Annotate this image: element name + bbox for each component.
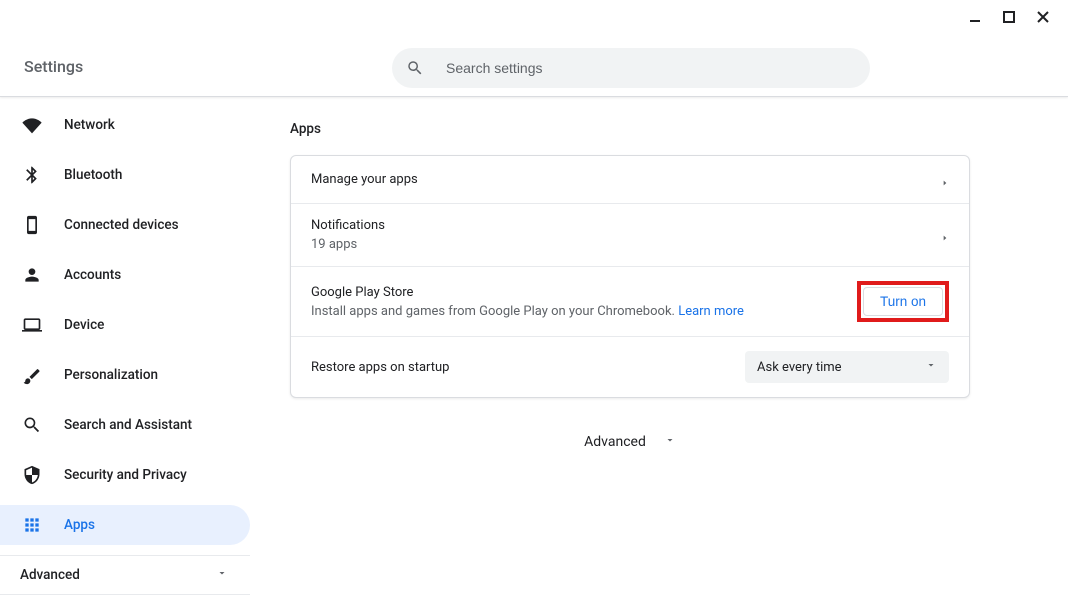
chevron-right-icon <box>941 176 949 184</box>
search-icon <box>22 415 42 435</box>
content-advanced-toggle[interactable]: Advanced <box>290 434 970 450</box>
sidebar-item-label: Search and Assistant <box>64 417 192 433</box>
sidebar-advanced-toggle[interactable]: Advanced <box>0 555 250 595</box>
search-input[interactable] <box>446 60 856 76</box>
sidebar-item-bluetooth[interactable]: Bluetooth <box>0 155 250 195</box>
sidebar: Network Bluetooth Connected devices Acco… <box>0 97 250 602</box>
row-primary-text: Notifications <box>311 218 385 233</box>
apps-settings-card: Manage your apps Notifications 19 apps G… <box>290 155 970 398</box>
sidebar-item-label: Device <box>64 317 104 333</box>
sidebar-item-connected-devices[interactable]: Connected devices <box>0 205 250 245</box>
row-primary-text: Manage your apps <box>311 172 418 187</box>
apps-grid-icon <box>22 515 42 535</box>
row-google-play-store: Google Play Store Install apps and games… <box>291 267 969 337</box>
section-title: Apps <box>290 121 1028 137</box>
content-area: Apps Manage your apps Notifications 19 a… <box>250 97 1068 602</box>
row-restore-apps: Restore apps on startup Ask every time <box>291 337 969 397</box>
sidebar-item-network[interactable]: Network <box>0 105 250 145</box>
person-icon <box>22 265 42 285</box>
sidebar-item-label: Bluetooth <box>64 167 122 183</box>
advanced-label: Advanced <box>20 567 80 583</box>
laptop-icon <box>22 315 42 335</box>
highlight-annotation: Turn on <box>857 281 949 322</box>
restore-apps-select[interactable]: Ask every time <box>745 351 949 383</box>
wifi-icon <box>22 115 42 135</box>
row-manage-apps[interactable]: Manage your apps <box>291 156 969 204</box>
row-notifications[interactable]: Notifications 19 apps <box>291 204 969 267</box>
row-primary-text: Google Play Store <box>311 285 744 300</box>
sidebar-item-label: Accounts <box>64 267 121 283</box>
sidebar-item-device[interactable]: Device <box>0 305 250 345</box>
sidebar-item-search-assistant[interactable]: Search and Assistant <box>0 405 250 445</box>
advanced-label: Advanced <box>584 434 646 450</box>
brush-icon <box>22 365 42 385</box>
select-value: Ask every time <box>757 360 842 375</box>
chevron-down-icon <box>216 567 228 583</box>
chevron-down-icon <box>925 359 937 375</box>
row-primary-text: Restore apps on startup <box>311 360 449 375</box>
sidebar-item-personalization[interactable]: Personalization <box>0 355 250 395</box>
turn-on-button[interactable]: Turn on <box>863 287 943 316</box>
phone-icon <box>22 215 42 235</box>
row-secondary-text: Install apps and games from Google Play … <box>311 304 744 319</box>
row-secondary-text: 19 apps <box>311 237 385 252</box>
sidebar-item-label: Network <box>64 117 115 133</box>
page-title: Settings <box>24 57 83 76</box>
sidebar-item-security-privacy[interactable]: Security and Privacy <box>0 455 250 495</box>
sidebar-item-label: Connected devices <box>64 217 179 233</box>
chevron-right-icon <box>941 231 949 239</box>
bluetooth-icon <box>22 165 42 185</box>
search-icon <box>406 59 424 77</box>
sidebar-item-label: Personalization <box>64 367 158 383</box>
learn-more-link[interactable]: Learn more <box>678 304 744 319</box>
shield-icon <box>22 465 42 485</box>
sidebar-item-label: Security and Privacy <box>64 467 187 483</box>
search-bar[interactable] <box>392 48 870 88</box>
header: Settings <box>0 0 1068 97</box>
chevron-down-icon <box>664 434 676 450</box>
sidebar-item-apps[interactable]: Apps <box>0 505 250 545</box>
sidebar-item-label: Apps <box>64 517 95 533</box>
sidebar-item-accounts[interactable]: Accounts <box>0 255 250 295</box>
play-description: Install apps and games from Google Play … <box>311 304 678 319</box>
